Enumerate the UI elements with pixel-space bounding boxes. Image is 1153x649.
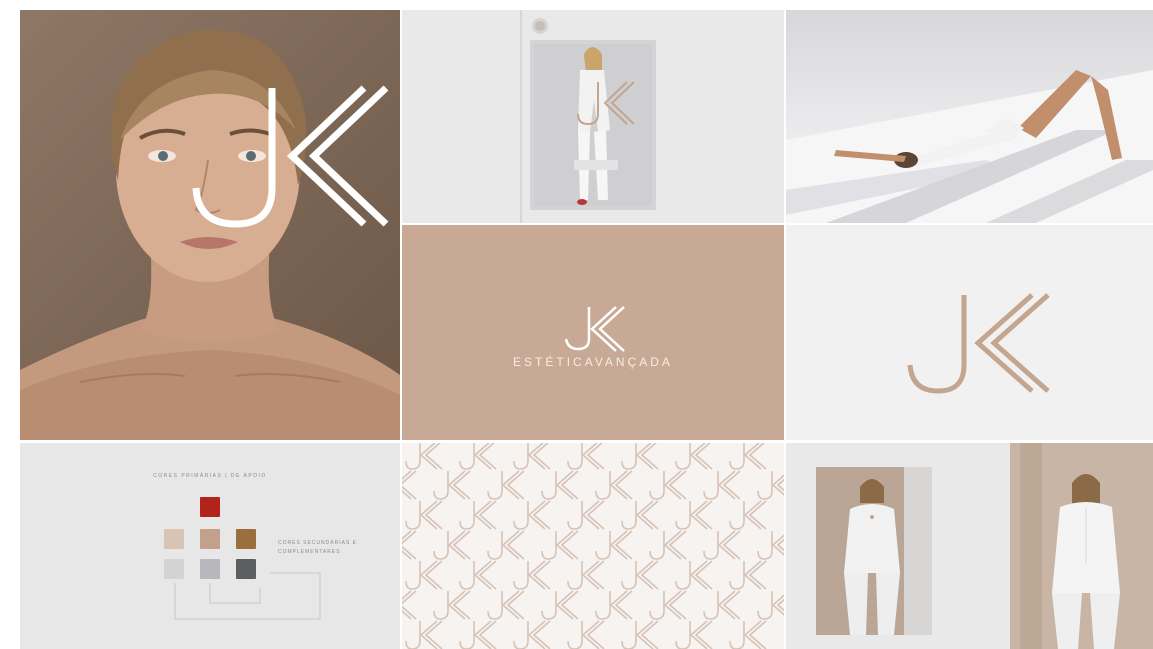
color-palette-tile: CORES PRIMÁRIAS | DE APOIO CORES SECUNDÁ… (20, 443, 400, 649)
jk-monogram-brown (907, 293, 1050, 394)
uniform-photos-tile (786, 443, 1153, 649)
brand-tagline: ESTÉTICAVANÇADA (513, 355, 673, 369)
jk-pattern (402, 443, 784, 649)
uniform-images (816, 443, 1153, 649)
pose-photo-tile (786, 10, 1153, 223)
jk-monogram-white (564, 306, 625, 352)
mockup-image (520, 10, 656, 223)
pose-image (786, 70, 1153, 223)
brand-logo-tile: ESTÉTICAVANÇADA (402, 225, 784, 440)
palette-note: CORES SECUNDÁRIAS E COMPLEMENTARES (278, 540, 358, 555)
portrait-tile (20, 10, 400, 440)
stationery-mockup-tile (402, 10, 784, 223)
monogram-pattern-tile (402, 443, 784, 649)
brand-moodboard: ESTÉTICAVANÇADA CORES PRIMÁRIAS | DE APO… (20, 10, 1153, 649)
portrait-image (20, 29, 400, 440)
logo-mark-tile (786, 225, 1153, 440)
